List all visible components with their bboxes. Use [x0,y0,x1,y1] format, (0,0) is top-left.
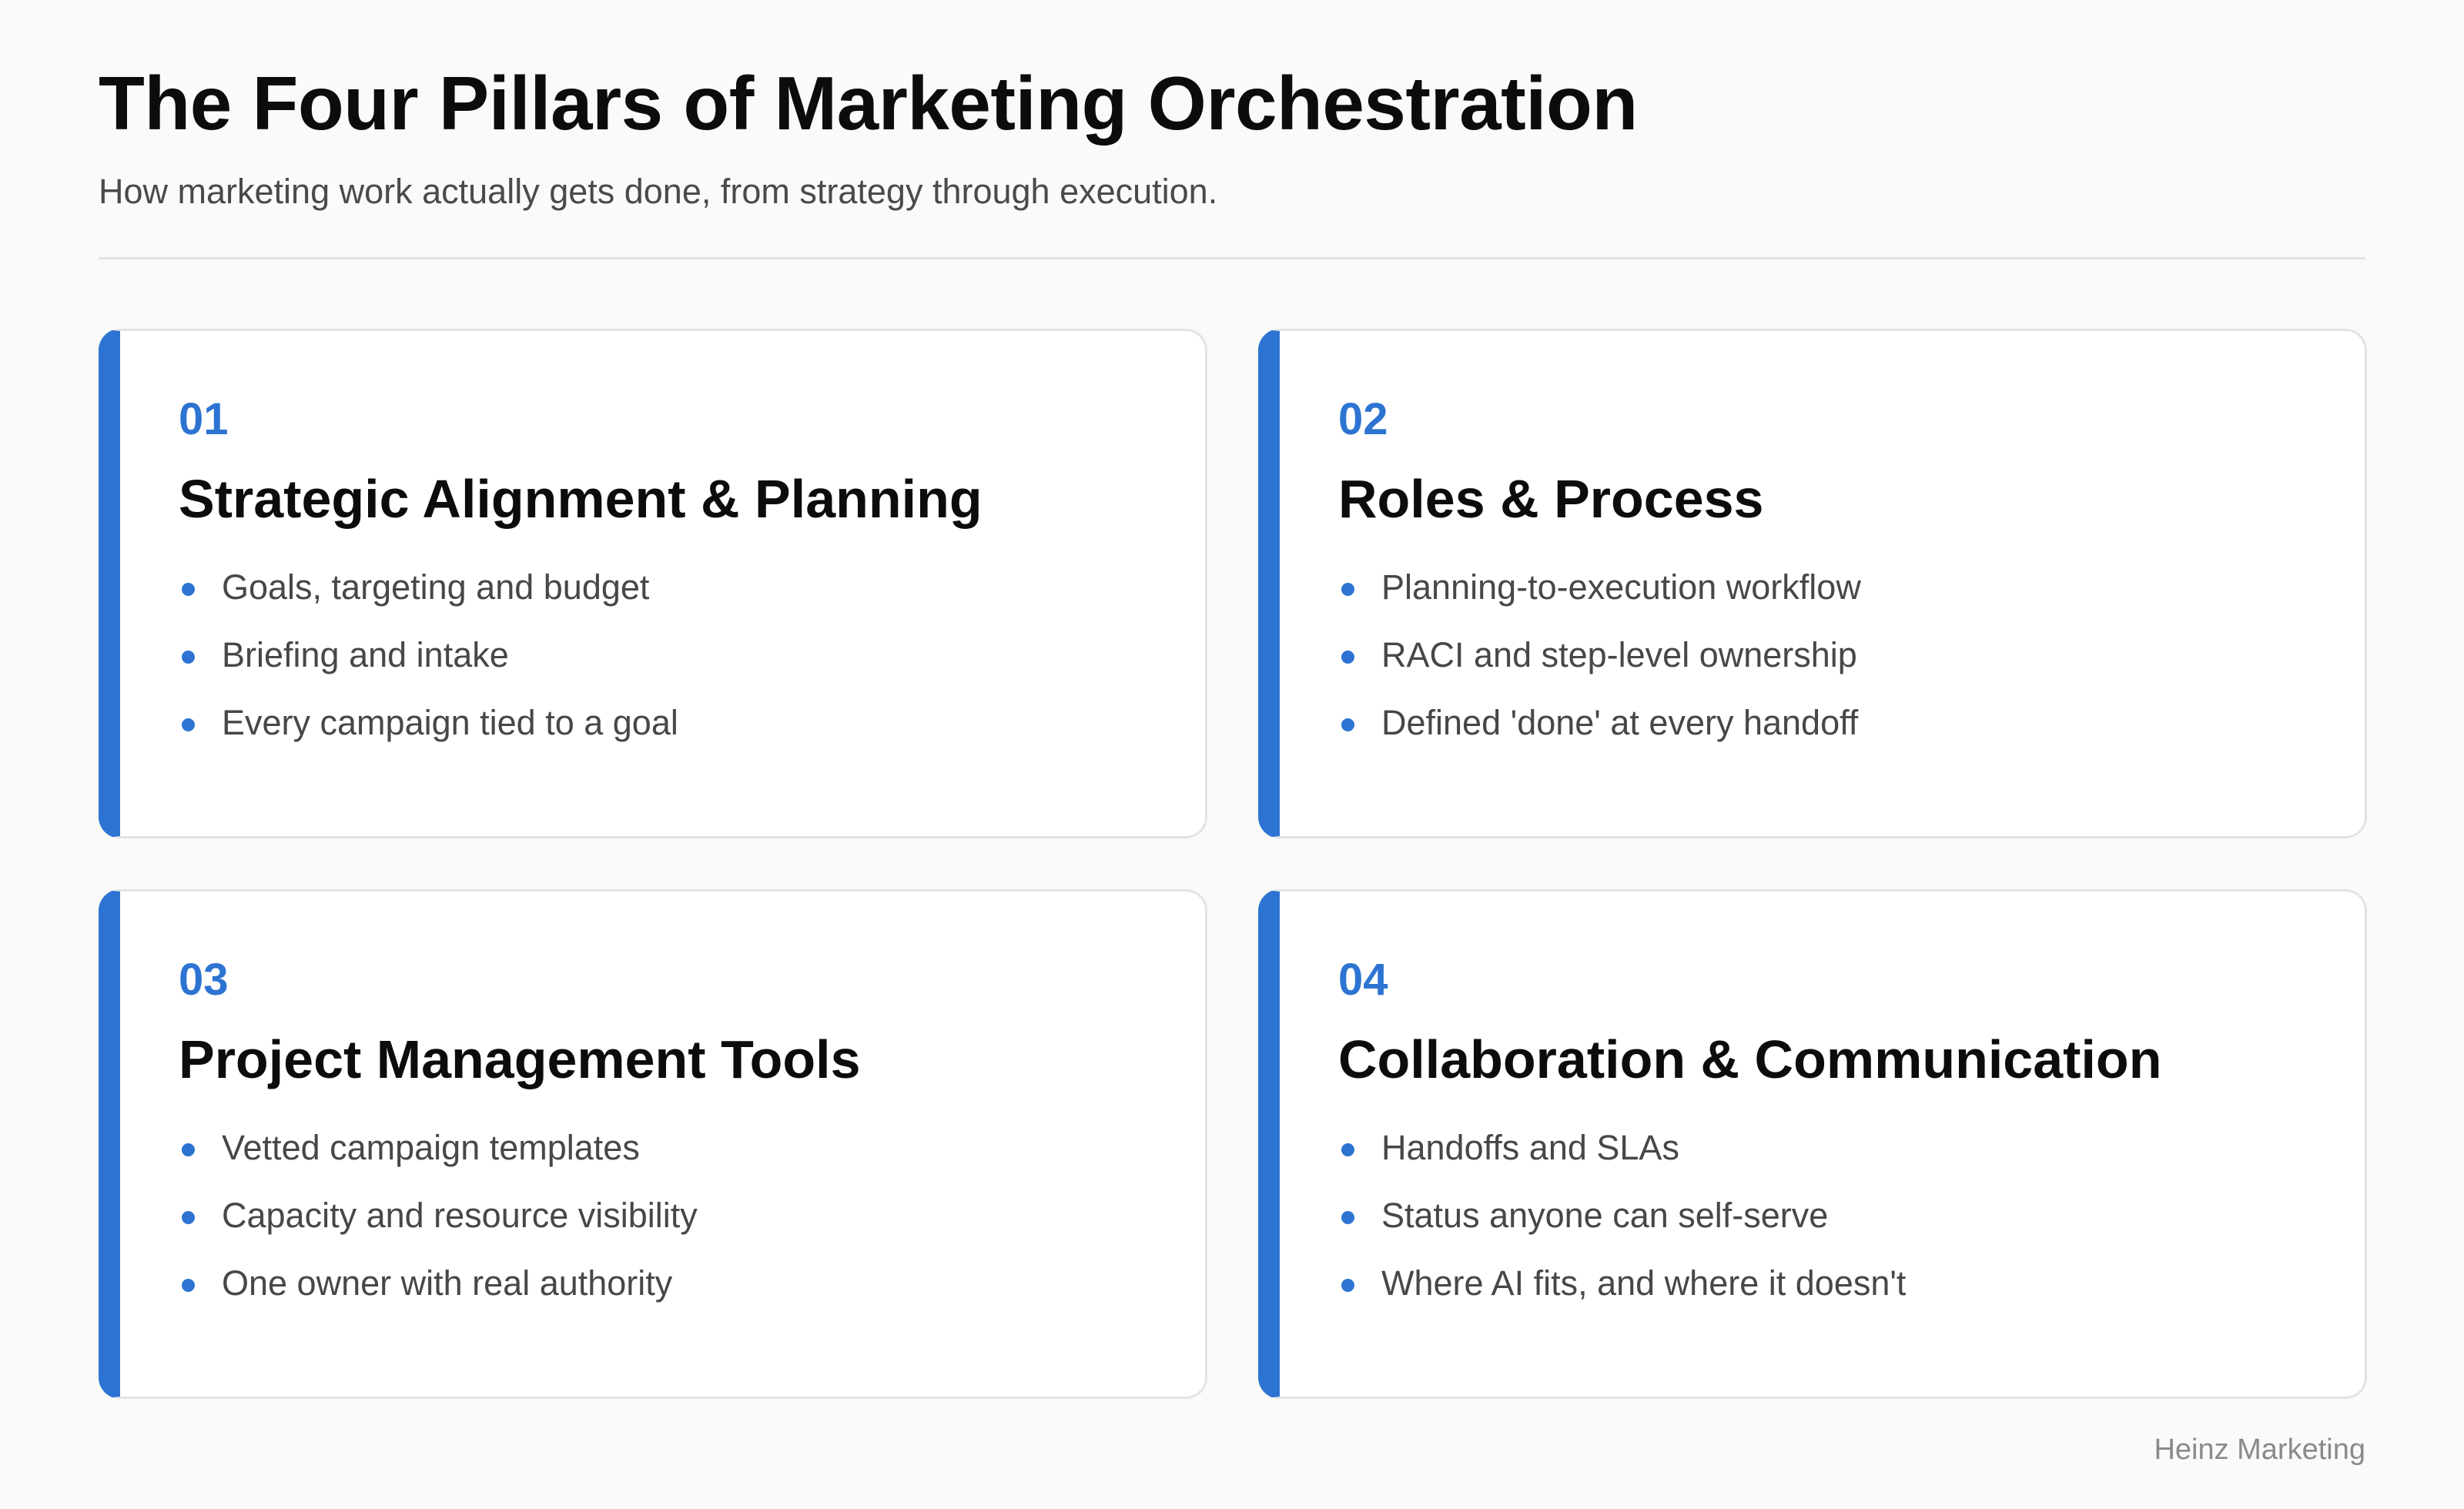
bullet-dot-icon [182,1211,195,1224]
bullet-dot-icon [182,718,195,731]
bullet-dot-icon [182,1279,195,1292]
list-item: Handoffs and SLAs [1338,1127,1906,1195]
pillar-number: 04 [1338,955,1388,1005]
header-divider [99,257,2365,259]
pillar-card-strategic-alignment: 01 Strategic Alignment & Planning Goals,… [99,329,1207,838]
list-item-text: Capacity and resource visibility [222,1196,698,1235]
pillar-card-roles-process: 02 Roles & Process Planning-to-execution… [1258,329,2367,838]
bullet-dot-icon [1341,718,1354,731]
bullet-dot-icon [1341,1279,1354,1292]
list-item-text: RACI and step-level ownership [1381,635,1857,674]
list-item-text: Every campaign tied to a goal [222,703,678,742]
list-item: Goals, targeting and budget [179,567,678,634]
pillar-item-list: Goals, targeting and budget Briefing and… [179,567,678,770]
list-item-text: Where AI fits, and where it doesn't [1381,1263,1907,1303]
page-subtitle: How marketing work actually gets done, f… [99,172,1218,211]
list-item: Defined 'done' at every handoff [1338,702,1861,770]
bullet-dot-icon [182,651,195,664]
bullet-dot-icon [182,583,195,596]
bullet-dot-icon [1341,583,1354,596]
list-item: Where AI fits, and where it doesn't [1338,1263,1906,1330]
list-item-text: Status anyone can self-serve [1381,1196,1829,1235]
page-title: The Four Pillars of Marketing Orchestrat… [99,61,1638,146]
pillar-title: Project Management Tools [179,1029,861,1089]
list-item-text: Handoffs and SLAs [1381,1128,1679,1167]
pillar-number: 03 [179,955,229,1005]
list-item-text: One owner with real authority [222,1263,673,1303]
pillar-title: Roles & Process [1338,469,1764,529]
bullet-dot-icon [1341,651,1354,664]
footer-credit: Heinz Marketing [2154,1434,2365,1466]
list-item: Planning-to-execution workflow [1338,567,1861,634]
pillar-number: 02 [1338,394,1388,444]
list-item-text: Planning-to-execution workflow [1381,567,1861,607]
pillar-item-list: Handoffs and SLAs Status anyone can self… [1338,1127,1906,1330]
list-item: Every campaign tied to a goal [179,702,678,770]
list-item: Briefing and intake [179,634,678,702]
list-item: Capacity and resource visibility [179,1195,698,1263]
list-item: One owner with real authority [179,1263,698,1330]
list-item-text: Briefing and intake [222,635,509,674]
bullet-dot-icon [1341,1143,1354,1156]
pillar-item-list: Vetted campaign templates Capacity and r… [179,1127,698,1330]
list-item-text: Defined 'done' at every handoff [1381,703,1859,742]
list-item: Vetted campaign templates [179,1127,698,1195]
pillar-title: Strategic Alignment & Planning [179,469,983,529]
list-item: RACI and step-level ownership [1338,634,1861,702]
pillar-item-list: Planning-to-execution workflow RACI and … [1338,567,1861,770]
pillar-number: 01 [179,394,229,444]
list-item-text: Goals, targeting and budget [222,567,650,607]
pillar-card-project-management-tools: 03 Project Management Tools Vetted campa… [99,889,1207,1399]
pillar-title: Collaboration & Communication [1338,1029,2162,1089]
bullet-dot-icon [182,1143,195,1156]
list-item-text: Vetted campaign templates [222,1128,640,1167]
pillar-card-collaboration-communication: 04 Collaboration & Communication Handoff… [1258,889,2367,1399]
bullet-dot-icon [1341,1211,1354,1224]
list-item: Status anyone can self-serve [1338,1195,1906,1263]
